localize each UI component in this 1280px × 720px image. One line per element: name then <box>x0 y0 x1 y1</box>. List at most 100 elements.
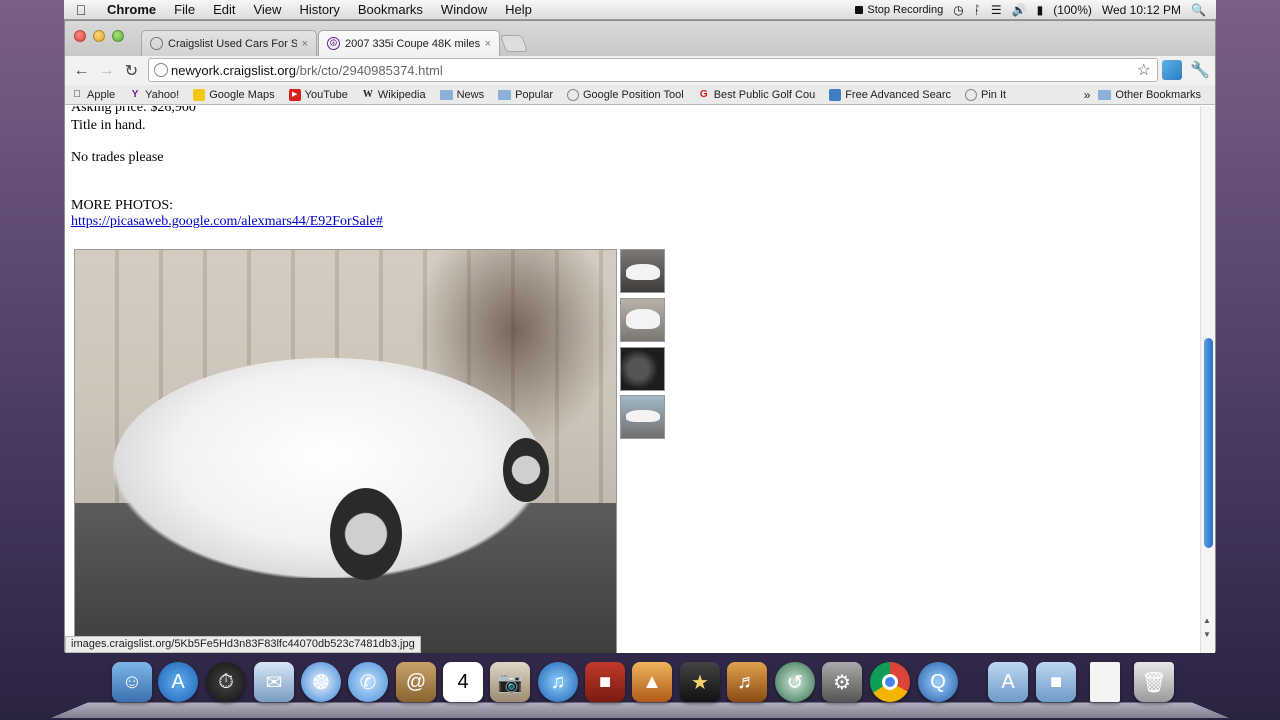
imovie-icon[interactable]: ★ <box>680 662 720 702</box>
scrollbar-thumb[interactable] <box>1204 338 1213 548</box>
safari-icon[interactable]: ❂ <box>301 662 341 702</box>
zoom-window-button[interactable] <box>112 30 124 42</box>
apple-logo-icon[interactable]:  <box>64 2 98 18</box>
bookmark-label: YouTube <box>304 88 348 101</box>
bookmark-label: Google Position Tool <box>583 88 684 101</box>
star-icon[interactable]: ☆ <box>1137 60 1151 80</box>
photo-thumbnail-3[interactable] <box>620 347 665 391</box>
itunes-icon[interactable]: ♫ <box>538 662 578 702</box>
thumbnail-car <box>626 309 660 329</box>
chrome-icon[interactable] <box>870 662 910 702</box>
folder-icon <box>498 89 512 100</box>
photo-booth-icon[interactable]: ■ <box>585 662 625 702</box>
bookmark-free-advanced-search[interactable]: Free Advanced Searc <box>829 88 951 101</box>
address-book-icon[interactable]: @ <box>396 662 436 702</box>
menu-help[interactable]: Help <box>496 2 541 17</box>
thumbnail-car <box>626 410 660 422</box>
spotlight-search-icon[interactable]: 🔍 <box>1191 3 1206 17</box>
bookmark-best-public-golf[interactable]: G Best Public Golf Cou <box>698 88 815 101</box>
photo-thumbnail-1[interactable] <box>620 249 665 293</box>
time-machine-icon[interactable]: ◷ <box>953 3 963 17</box>
bookmark-apple[interactable]:  Apple <box>71 89 115 101</box>
photo-rear-wheel <box>503 438 549 502</box>
url-host: newyork.craigslist.org <box>171 62 296 78</box>
menu-view[interactable]: View <box>244 2 290 17</box>
scroll-up-arrow-icon[interactable]: ▲ <box>1203 616 1211 625</box>
extension-puzzle-icon[interactable] <box>1162 60 1182 80</box>
bookmark-label: Google Maps <box>209 88 275 101</box>
wrench-menu-icon[interactable]: 🔧 <box>1190 60 1210 80</box>
tab-label: 2007 335i Coupe 48K miles <box>345 37 480 50</box>
address-bar[interactable]: newyork.craigslist.org/brk/cto/294098537… <box>148 58 1158 82</box>
url-path: /brk/cto/2940985374.html <box>296 62 443 78</box>
tab-close-icon[interactable]: × <box>485 38 491 50</box>
more-photos-link[interactable]: https://picasaweb.google.com/alexmars44/… <box>71 214 383 229</box>
finder-icon[interactable]: ☺ <box>112 662 152 702</box>
iphoto-image-icon[interactable]: ▲ <box>632 662 672 702</box>
page-scrollbar[interactable]: ▲ ▼ <box>1200 106 1215 653</box>
system-preferences-icon[interactable]: ⚙ <box>822 662 862 702</box>
wifi-icon[interactable]: ☰ <box>991 3 1002 17</box>
menu-app-name[interactable]: Chrome <box>98 2 165 17</box>
bookmark-folder-news[interactable]: News <box>439 88 485 101</box>
volume-icon[interactable]: 🔊 <box>1012 3 1027 17</box>
reload-icon[interactable]: ↻ <box>119 61 144 81</box>
bookmark-google-maps[interactable]: Google Maps <box>193 88 275 101</box>
bookmark-other-bookmarks[interactable]: Other Bookmarks <box>1098 89 1201 101</box>
documents-folder-icon[interactable]: ■ <box>1036 662 1076 702</box>
menubar-clock[interactable]: Wed 10:12 PM <box>1102 3 1181 17</box>
menu-window[interactable]: Window <box>432 2 496 17</box>
yahoo-icon: Y <box>131 88 139 100</box>
bookmark-yahoo[interactable]: Y Yahoo! <box>129 89 179 101</box>
trash-icon[interactable]: 🗑 <box>1134 662 1174 702</box>
globe-icon <box>965 88 977 101</box>
google-g-icon: G <box>699 88 708 100</box>
menu-edit[interactable]: Edit <box>204 2 244 17</box>
minimize-window-button[interactable] <box>93 30 105 42</box>
mail-stamp-icon[interactable]: ✉ <box>254 662 294 702</box>
dashboard-icon[interactable]: ⏱ <box>206 662 246 702</box>
back-arrow-icon[interactable]: ← <box>69 62 94 80</box>
bookmark-pin-it[interactable]: Pin It <box>965 88 1006 101</box>
facetime-ichat-icon[interactable]: ✆ <box>348 662 388 702</box>
bookmarks-overflow-chevron-icon[interactable]: » <box>1084 88 1091 102</box>
scroll-down-arrow-icon[interactable]: ▼ <box>1203 630 1211 639</box>
photo-thumbnail-2[interactable] <box>620 298 665 342</box>
browser-toolbar: ← → ↻ newyork.craigslist.org/brk/cto/294… <box>65 56 1215 85</box>
asking-price-text: Asking price: $26,900 <box>71 106 196 115</box>
bookmarks-bar:  Apple Y Yahoo! Google Maps ▶YouTube W Wik… <box>65 85 1215 105</box>
forward-arrow-icon[interactable]: → <box>94 62 119 80</box>
document-stack-icon[interactable] <box>1090 662 1120 702</box>
bookmark-folder-popular[interactable]: Popular <box>498 89 553 101</box>
bookmark-label: News <box>456 88 485 101</box>
photo-thumbnail-4[interactable] <box>620 395 665 439</box>
search-page-icon <box>829 88 842 101</box>
bookmark-google-position-tool[interactable]: Google Position Tool <box>567 88 684 101</box>
main-car-photo[interactable] <box>74 249 617 653</box>
menu-bookmarks[interactable]: Bookmarks <box>349 2 432 17</box>
bookmark-label: Apple <box>87 88 116 101</box>
stop-recording-button[interactable]: Stop Recording <box>855 4 943 16</box>
bookmark-wikipedia[interactable]: W Wikipedia <box>362 89 426 101</box>
applications-folder-icon[interactable]: A <box>988 662 1028 702</box>
photo-front-wheel <box>330 488 402 580</box>
iphoto-icon[interactable]: 📷 <box>490 662 530 702</box>
close-window-button[interactable] <box>74 30 86 42</box>
time-machine-icon[interactable]: ↺ <box>775 662 815 702</box>
battery-icon[interactable]: ▮ <box>1037 3 1044 17</box>
tab-strip: Craigslist Used Cars For Sale × ☮ 2007 3… <box>65 21 1215 56</box>
app-store-icon[interactable]: A <box>158 662 198 702</box>
bookmark-youtube[interactable]: ▶ YouTube <box>288 88 348 101</box>
menu-file[interactable]: File <box>165 2 204 17</box>
quicktime-icon[interactable]: Q <box>918 662 958 702</box>
new-tab-button[interactable] <box>499 35 529 52</box>
tab-craigslist-used-cars[interactable]: Craigslist Used Cars For Sale × <box>141 30 317 56</box>
tab-close-icon[interactable]: × <box>302 38 308 50</box>
garageband-icon[interactable]: ♬ <box>727 662 767 702</box>
bookmark-label: Wikipedia <box>377 88 426 101</box>
calendar-icon[interactable]: 4 <box>443 662 483 702</box>
menu-history[interactable]: History <box>290 2 348 17</box>
tab-2007-335i-coupe[interactable]: ☮ 2007 335i Coupe 48K miles × <box>318 30 500 56</box>
google-maps-icon <box>193 88 206 101</box>
bluetooth-icon[interactable]: ᛛ <box>974 3 981 17</box>
